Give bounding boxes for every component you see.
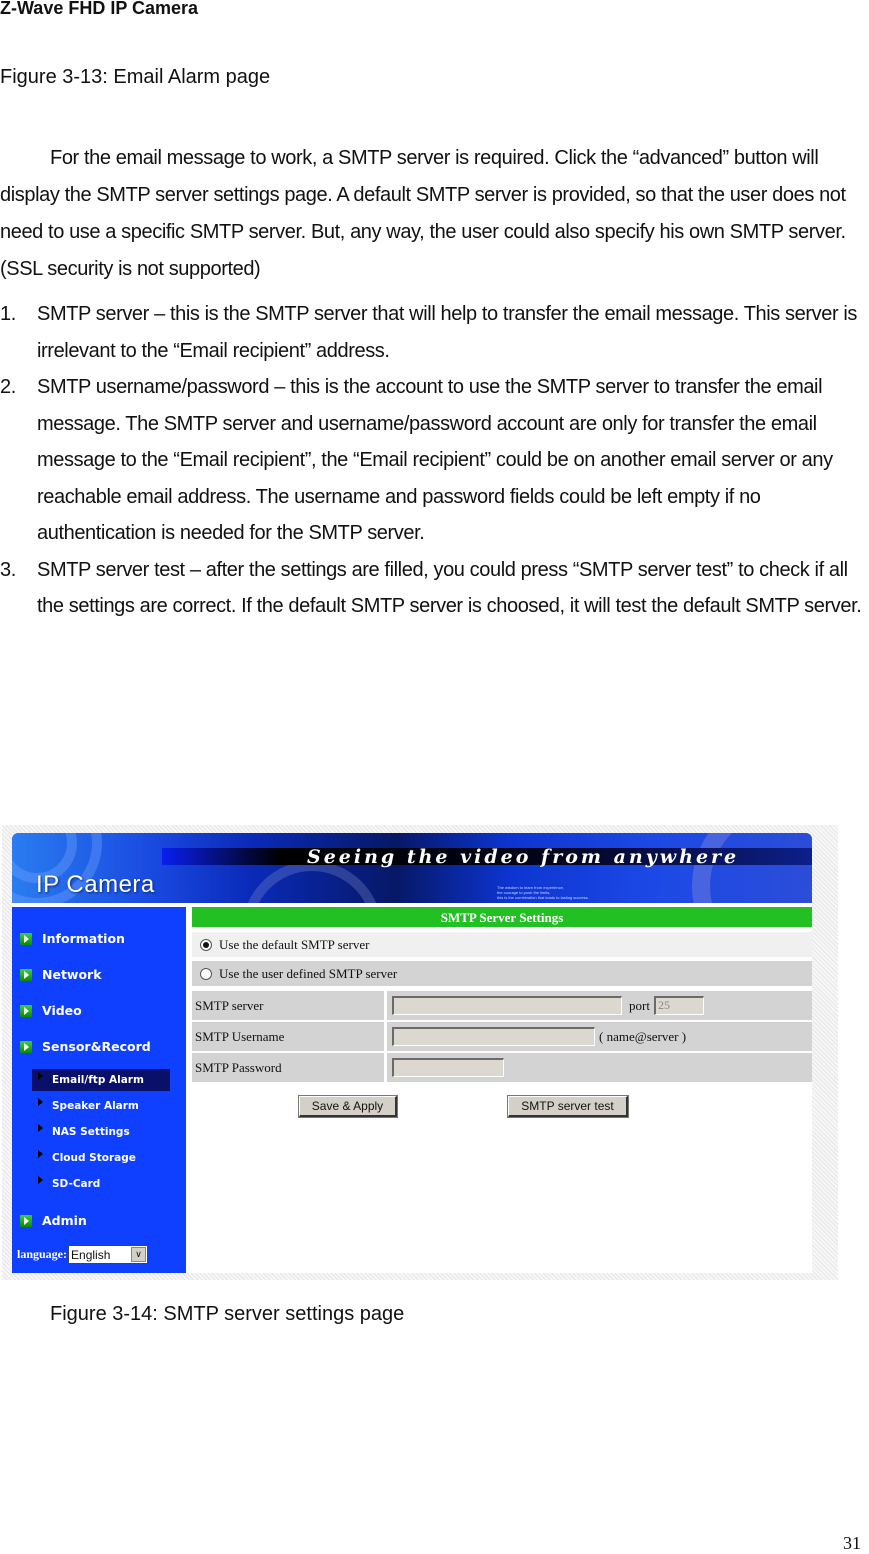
radio-user-smtp[interactable]: [200, 967, 212, 980]
banner: IP Camera Seeing the video from anywhere…: [12, 833, 812, 903]
menu-item-admin[interactable]: Admin: [20, 1213, 87, 1228]
list-text: SMTP server – this is the SMTP server th…: [37, 303, 857, 362]
camera-ui-screenshot: IP Camera Seeing the video from anywhere…: [2, 825, 838, 1280]
list-number: 2.: [0, 376, 16, 398]
radio-default-smtp[interactable]: [200, 938, 212, 951]
submenu-item-cloud-storage[interactable]: Cloud Storage: [32, 1147, 170, 1169]
explanation-list: 1. SMTP server – this is the SMTP server …: [0, 296, 869, 625]
triangle-right-icon: [38, 1176, 43, 1184]
slogan-text: Seeing the video from anywhere: [307, 846, 740, 868]
figure-14-caption: Figure 3-14: SMTP server settings page: [50, 1303, 405, 1325]
list-item: 3. SMTP server test – after the settings …: [0, 552, 869, 625]
language-value: English: [71, 1247, 111, 1262]
green-arrow-icon: [20, 932, 32, 945]
smtp-server-label: SMTP server: [192, 991, 384, 1020]
green-arrow-icon: [20, 1214, 32, 1227]
smtp-server-test-button[interactable]: SMTP server test: [507, 1095, 629, 1118]
triangle-right-icon: [38, 1150, 43, 1158]
save-apply-button[interactable]: Save & Apply: [298, 1095, 398, 1118]
submenu-item-speaker-alarm[interactable]: Speaker Alarm: [32, 1095, 170, 1117]
figure-13-caption: Figure 3-13: Email Alarm page: [0, 66, 271, 88]
banner-small-text: The wisdom to learn from experience, the…: [497, 885, 589, 900]
submenu-label: Speaker Alarm: [52, 1100, 139, 1112]
banner-ring-decoration: [692, 833, 812, 903]
list-text: SMTP server test – after the settings ar…: [37, 558, 862, 618]
chevron-down-icon[interactable]: ∨: [131, 1247, 147, 1262]
smtp-password-input[interactable]: [392, 1058, 504, 1077]
triangle-right-icon: [38, 1098, 43, 1106]
smtp-username-cell: ( name@server ): [387, 1022, 812, 1051]
menu-item-video[interactable]: Video: [20, 1003, 82, 1018]
sidebar: Information Network Video Sensor&Record …: [12, 907, 186, 1273]
smtp-password-cell: [387, 1053, 812, 1082]
intro-paragraph: For the email message to work, a SMTP se…: [0, 140, 869, 288]
option-user-smtp-row[interactable]: Use the user defined SMTP server: [192, 961, 812, 986]
submenu-item-email-ftp-alarm[interactable]: Email/ftp Alarm: [32, 1069, 170, 1091]
submenu-label: SD-Card: [52, 1178, 101, 1190]
document-header: Z-Wave FHD IP Camera: [0, 0, 199, 18]
menu-label: Sensor&Record: [42, 1039, 151, 1054]
intro-text: For the email message to work, a SMTP se…: [0, 147, 846, 280]
triangle-right-icon: [38, 1124, 43, 1132]
smtp-server-cell: port 25: [387, 991, 812, 1020]
smtp-username-input[interactable]: [392, 1027, 595, 1046]
section-title: SMTP Server Settings: [192, 907, 812, 927]
list-item: 1. SMTP server – this is the SMTP server …: [0, 296, 869, 369]
triangle-right-icon: [38, 1072, 43, 1080]
option-user-label: Use the user defined SMTP server: [219, 965, 398, 981]
language-selector-row: language: English ∨: [17, 1245, 149, 1264]
list-number: 1.: [0, 303, 16, 325]
menu-label: Video: [42, 1003, 82, 1018]
camera-ui-window: IP Camera Seeing the video from anywhere…: [12, 833, 812, 1273]
list-item: 2. SMTP username/password – this is the a…: [0, 369, 869, 552]
language-label: language:: [17, 1247, 68, 1261]
submenu-item-nas-settings[interactable]: NAS Settings: [32, 1121, 170, 1143]
menu-item-information[interactable]: Information: [20, 931, 125, 946]
menu-item-sensor-record[interactable]: Sensor&Record: [20, 1039, 151, 1054]
port-input[interactable]: 25: [653, 996, 704, 1015]
menu-label: Admin: [42, 1213, 87, 1228]
option-default-smtp-row[interactable]: Use the default SMTP server: [192, 932, 812, 957]
logo-text: IP Camera: [36, 871, 155, 898]
green-arrow-icon: [20, 1040, 32, 1053]
submenu-label: NAS Settings: [52, 1126, 130, 1138]
menu-label: Information: [42, 931, 125, 946]
list-number: 3.: [0, 558, 16, 581]
port-label: port: [629, 997, 650, 1013]
page-number: 31: [843, 1533, 861, 1553]
banner-small-line: this is the combination that leads to la…: [497, 895, 589, 900]
submenu-item-sd-card[interactable]: SD-Card: [32, 1173, 170, 1195]
language-select[interactable]: English ∨: [68, 1245, 149, 1264]
menu-label: Network: [42, 967, 102, 982]
submenu-label: Cloud Storage: [52, 1152, 136, 1164]
green-arrow-icon: [20, 1004, 32, 1017]
list-text: SMTP username/password – this is the acc…: [37, 376, 833, 544]
username-hint: ( name@server ): [599, 1028, 687, 1044]
smtp-server-input[interactable]: [392, 996, 622, 1015]
menu-item-network[interactable]: Network: [20, 967, 102, 982]
smtp-username-label: SMTP Username: [192, 1022, 384, 1051]
green-arrow-icon: [20, 968, 32, 981]
smtp-password-label: SMTP Password: [192, 1053, 384, 1082]
smtp-settings-panel: SMTP Server Settings Use the default SMT…: [192, 907, 812, 1118]
option-default-label: Use the default SMTP server: [219, 936, 370, 952]
submenu-label: Email/ftp Alarm: [52, 1074, 144, 1086]
